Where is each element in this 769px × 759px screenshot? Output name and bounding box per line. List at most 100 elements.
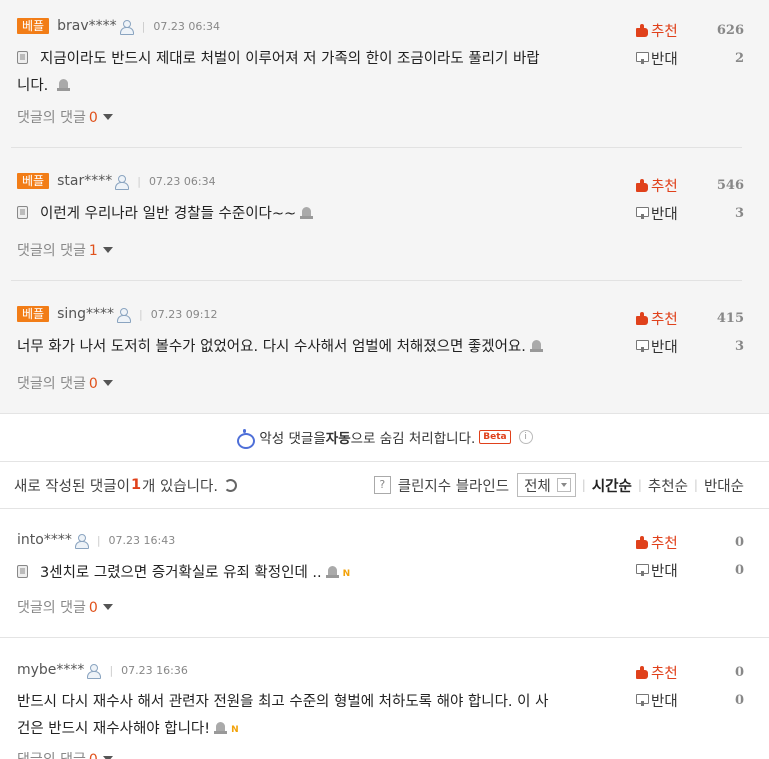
- oppose-label: 반대: [651, 51, 678, 68]
- comment-text: 3센치로 그렸으면 증거확실로 유죄 확정인데 .. N: [17, 560, 617, 588]
- reply-toggle[interactable]: 댓글의 댓글0: [17, 373, 113, 393]
- report-icon[interactable]: [214, 722, 228, 734]
- reply-count: 1: [88, 243, 98, 259]
- sort-filters: ? 클린지수 블라인드 전체 | 시간순 | 추천순 | 반대순: [373, 473, 744, 497]
- comment-date: 07.23 16:43: [108, 533, 176, 547]
- person-icon: [87, 663, 102, 679]
- reply-label: 댓글의 댓글: [17, 600, 86, 616]
- recommend-button[interactable]: 추천 626: [636, 21, 744, 40]
- reply-toggle[interactable]: 댓글의 댓글0: [17, 107, 113, 127]
- sort-time[interactable]: 시간순: [592, 475, 632, 496]
- reply-label: 댓글의 댓글: [17, 243, 86, 259]
- comment-line: 너무 화가 나서 도저히 볼수가 없었어요. 다시 수사해서 엄벌에 처해졌으면…: [17, 339, 526, 355]
- recommend-button[interactable]: 추천 546: [636, 176, 744, 195]
- reply-label: 댓글의 댓글: [17, 376, 86, 392]
- reply-count: 0: [88, 600, 98, 616]
- recommend-count: 626: [716, 22, 744, 38]
- clean-filter-select[interactable]: 전체: [517, 473, 576, 497]
- reply-toggle[interactable]: 댓글의 댓글 1: [17, 240, 113, 260]
- reply-label: 댓글의 댓글: [17, 110, 86, 126]
- report-icon[interactable]: [325, 566, 340, 578]
- thumb-up-icon: [636, 665, 648, 679]
- thumb-down-icon: [636, 563, 649, 577]
- comment-author[interactable]: mybe****: [17, 662, 84, 678]
- notice-emphasis: 자동: [325, 431, 351, 447]
- report-icon[interactable]: [300, 207, 314, 219]
- person-icon: [117, 307, 132, 323]
- thumb-down-icon: [636, 51, 649, 65]
- chevron-down-icon: [556, 478, 571, 492]
- oppose-button[interactable]: 반대 3: [636, 337, 744, 356]
- oppose-count: 2: [734, 50, 744, 66]
- report-icon[interactable]: [56, 79, 71, 91]
- comment-author[interactable]: into****: [17, 532, 72, 548]
- comment-line: 지금이라도 반드시 제대로 처벌이 이루어져 저 가족의 한이 조금이라도 풀리…: [40, 51, 540, 67]
- recommend-label: 추천: [651, 23, 678, 40]
- comment-date: 07.23 09:12: [150, 307, 218, 321]
- recommend-label: 추천: [651, 178, 678, 195]
- reply-toggle[interactable]: 댓글의 댓글0: [17, 597, 113, 617]
- new-icon: N: [231, 725, 239, 735]
- refresh-icon[interactable]: [223, 478, 237, 492]
- divider: [0, 637, 769, 638]
- new-comments-notice[interactable]: 새로 작성된 댓글이 1개 있습니다.: [14, 474, 237, 496]
- comment-line: 3센치로 그렸으면 증거확실로 유죄 확정인데 ..: [40, 565, 322, 581]
- oppose-button[interactable]: 반대 0: [636, 561, 744, 580]
- best-badge: 베플: [17, 173, 50, 189]
- comment-meta: 베플 star**** | 07.23 06:34: [17, 172, 216, 190]
- thumb-up-icon: [636, 535, 648, 549]
- oppose-count: 0: [734, 562, 744, 578]
- divider: |: [96, 533, 101, 547]
- mobile-icon: [17, 565, 28, 578]
- oppose-button[interactable]: 반대 3: [636, 204, 744, 223]
- recommend-button[interactable]: 추천 0: [636, 663, 744, 682]
- oppose-label: 반대: [651, 693, 678, 710]
- oppose-button[interactable]: 반대 2: [636, 49, 744, 68]
- robot-icon: [236, 428, 256, 449]
- best-comments-area: 베플 brav**** | 07.23 06:34 추천 626 반대 2 지금…: [0, 0, 769, 413]
- person-icon: [115, 174, 130, 190]
- divider: |: [137, 174, 141, 188]
- recommend-count: 0: [734, 664, 744, 680]
- clean-blind-label: 클린지수 블라인드: [397, 478, 510, 495]
- thumb-down-icon: [636, 339, 649, 353]
- oppose-count: 3: [734, 205, 744, 221]
- reply-toggle[interactable]: 댓글의 댓글0: [17, 749, 113, 759]
- info-icon[interactable]: i: [518, 430, 533, 444]
- oppose-count: 3: [734, 338, 744, 354]
- recommend-button[interactable]: 추천 0: [636, 533, 744, 552]
- new-comments-count: 1: [130, 477, 142, 493]
- help-icon[interactable]: ?: [373, 476, 391, 494]
- report-icon[interactable]: [529, 340, 544, 352]
- thumb-up-icon: [636, 311, 648, 325]
- oppose-button[interactable]: 반대 0: [636, 691, 744, 710]
- comment-author[interactable]: brav****: [57, 18, 117, 34]
- comment-meta: 베플 sing**** | 07.23 09:12: [17, 305, 217, 323]
- caret-down-icon: [102, 604, 113, 610]
- reply-count: 0: [88, 110, 98, 126]
- divider: [0, 508, 769, 509]
- caret-down-icon: [102, 247, 113, 253]
- sort-recommend[interactable]: 추천순: [648, 475, 688, 496]
- mobile-icon: [17, 51, 28, 64]
- divider: [0, 413, 769, 414]
- comment-toolbar: 새로 작성된 댓글이 1개 있습니다. ? 클린지수 블라인드 전체 | 시간순…: [0, 473, 769, 497]
- divider: |: [581, 478, 586, 492]
- comment-author[interactable]: star****: [57, 173, 112, 189]
- sort-oppose[interactable]: 반대순: [704, 475, 744, 496]
- recommend-label: 추천: [651, 535, 678, 552]
- comment-line: 니다.: [17, 78, 49, 94]
- thumb-up-icon: [636, 23, 648, 37]
- comment-text: 너무 화가 나서 도저히 볼수가 없었어요. 다시 수사해서 엄벌에 처해졌으면…: [17, 334, 632, 361]
- recommend-button[interactable]: 추천 415: [636, 309, 744, 328]
- thumb-up-icon: [636, 178, 648, 192]
- oppose-label: 반대: [651, 206, 678, 223]
- comment-author[interactable]: sing****: [57, 306, 114, 322]
- recommend-label: 추천: [651, 665, 678, 682]
- divider: |: [141, 19, 146, 33]
- comment-meta: 베플 brav**** | 07.23 06:34: [17, 17, 220, 35]
- beta-badge: Beta: [479, 430, 511, 444]
- divider: [11, 280, 742, 281]
- notice-text: 으로 숨김 처리합니다.: [350, 431, 476, 447]
- comment-meta: mybe**** | 07.23 16:36: [17, 661, 188, 679]
